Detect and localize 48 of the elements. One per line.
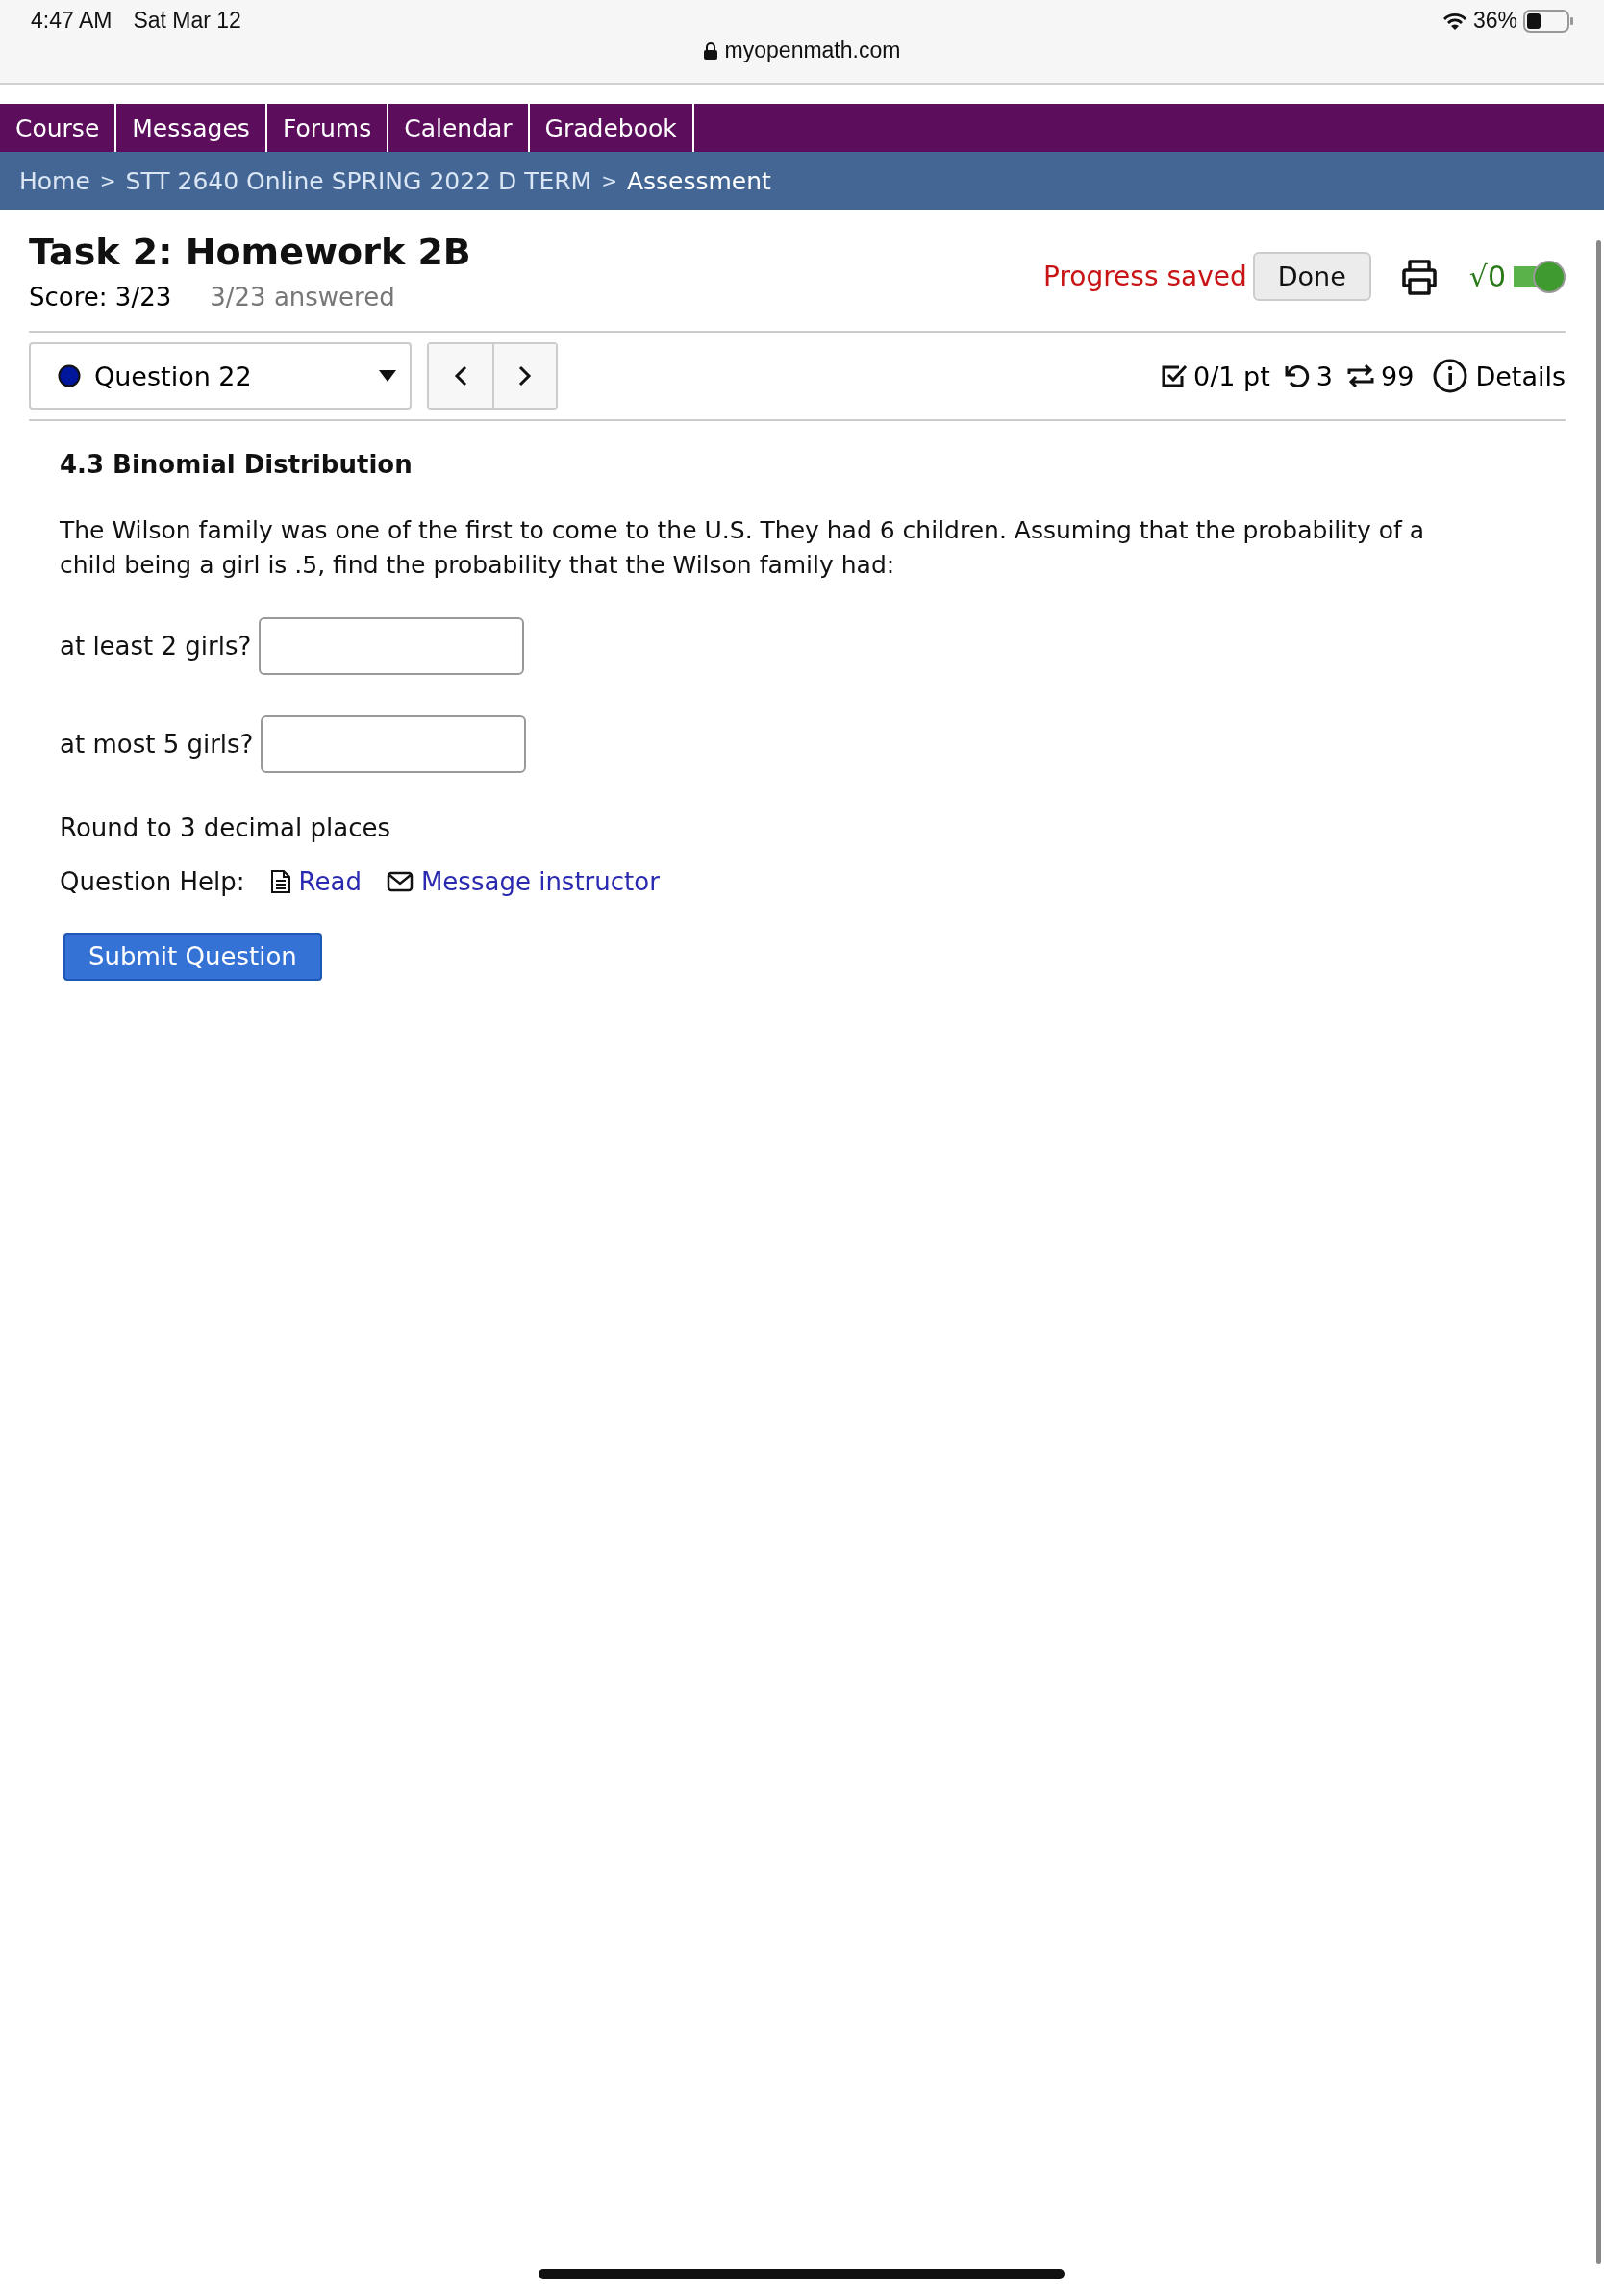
undo-icon xyxy=(1283,362,1311,389)
question-text: The Wilson family was one of the first to come to the U.S. They had 6 children. Assuming that the probability of a child being a girl is .5, find the probability that the Wilson family had: xyxy=(60,515,1426,581)
dropdown-caret-icon xyxy=(379,370,396,382)
answer-label: at least 2 girls? xyxy=(60,632,252,661)
envelope-icon xyxy=(386,871,414,892)
rounding-note: Round to 3 decimal places xyxy=(60,813,391,842)
retries-count: 3 xyxy=(1316,361,1334,391)
wifi-icon xyxy=(1441,11,1467,31)
answered-count: 3/23 answered xyxy=(210,283,395,312)
breadcrumb-separator: > xyxy=(99,169,116,192)
status-time: 4:47 AM xyxy=(31,8,113,34)
answer-input[interactable] xyxy=(259,617,525,675)
score-text: Score: 3/23 xyxy=(29,283,172,312)
submit-button[interactable]: Submit Question xyxy=(63,933,322,981)
chevron-right-icon xyxy=(518,365,532,387)
breadcrumb-link[interactable]: Home xyxy=(19,166,90,195)
math-toggle-label: √0 xyxy=(1468,260,1506,293)
breadcrumb-link[interactable]: STT 2640 Online SPRING 2022 D TERM xyxy=(125,166,592,195)
question-select[interactable]: Question 22 xyxy=(29,342,412,410)
breadcrumb-separator: > xyxy=(601,169,617,192)
read-link[interactable]: Read xyxy=(269,867,362,896)
status-date: Sat Mar 12 xyxy=(133,8,241,34)
print-icon[interactable] xyxy=(1399,258,1439,295)
message-link[interactable]: Message instructor xyxy=(386,867,660,896)
done-button[interactable]: Done xyxy=(1252,252,1371,301)
battery-percent: 36% xyxy=(1472,8,1517,34)
document-icon xyxy=(269,869,291,894)
assessment-title: Task 2: Homework 2B xyxy=(29,231,471,273)
progress-status: Progress saved xyxy=(1043,261,1247,292)
details-button[interactable]: Details xyxy=(1433,359,1566,393)
status-dot-icon xyxy=(58,364,81,387)
next-button[interactable] xyxy=(492,344,556,408)
previous-button[interactable] xyxy=(429,344,492,408)
chevron-left-icon xyxy=(454,365,467,387)
info-icon xyxy=(1433,359,1468,393)
points-text: 0/1 pt xyxy=(1193,361,1270,391)
scrollbar[interactable] xyxy=(1596,240,1601,2264)
regens-count: 99 xyxy=(1381,361,1415,391)
answer-label: at most 5 girls? xyxy=(60,730,254,759)
answer-input[interactable] xyxy=(261,715,527,773)
url-text[interactable]: myopenmath.com xyxy=(724,37,901,63)
help-label: Question Help: xyxy=(60,867,245,896)
breadcrumb-current: Assessment xyxy=(626,166,771,195)
checkbox-icon xyxy=(1161,362,1189,389)
repeat-icon xyxy=(1346,362,1376,389)
lock-icon xyxy=(703,41,717,60)
battery-icon xyxy=(1523,9,1573,33)
question-heading: 4.3 Binomial Distribution xyxy=(60,450,414,479)
